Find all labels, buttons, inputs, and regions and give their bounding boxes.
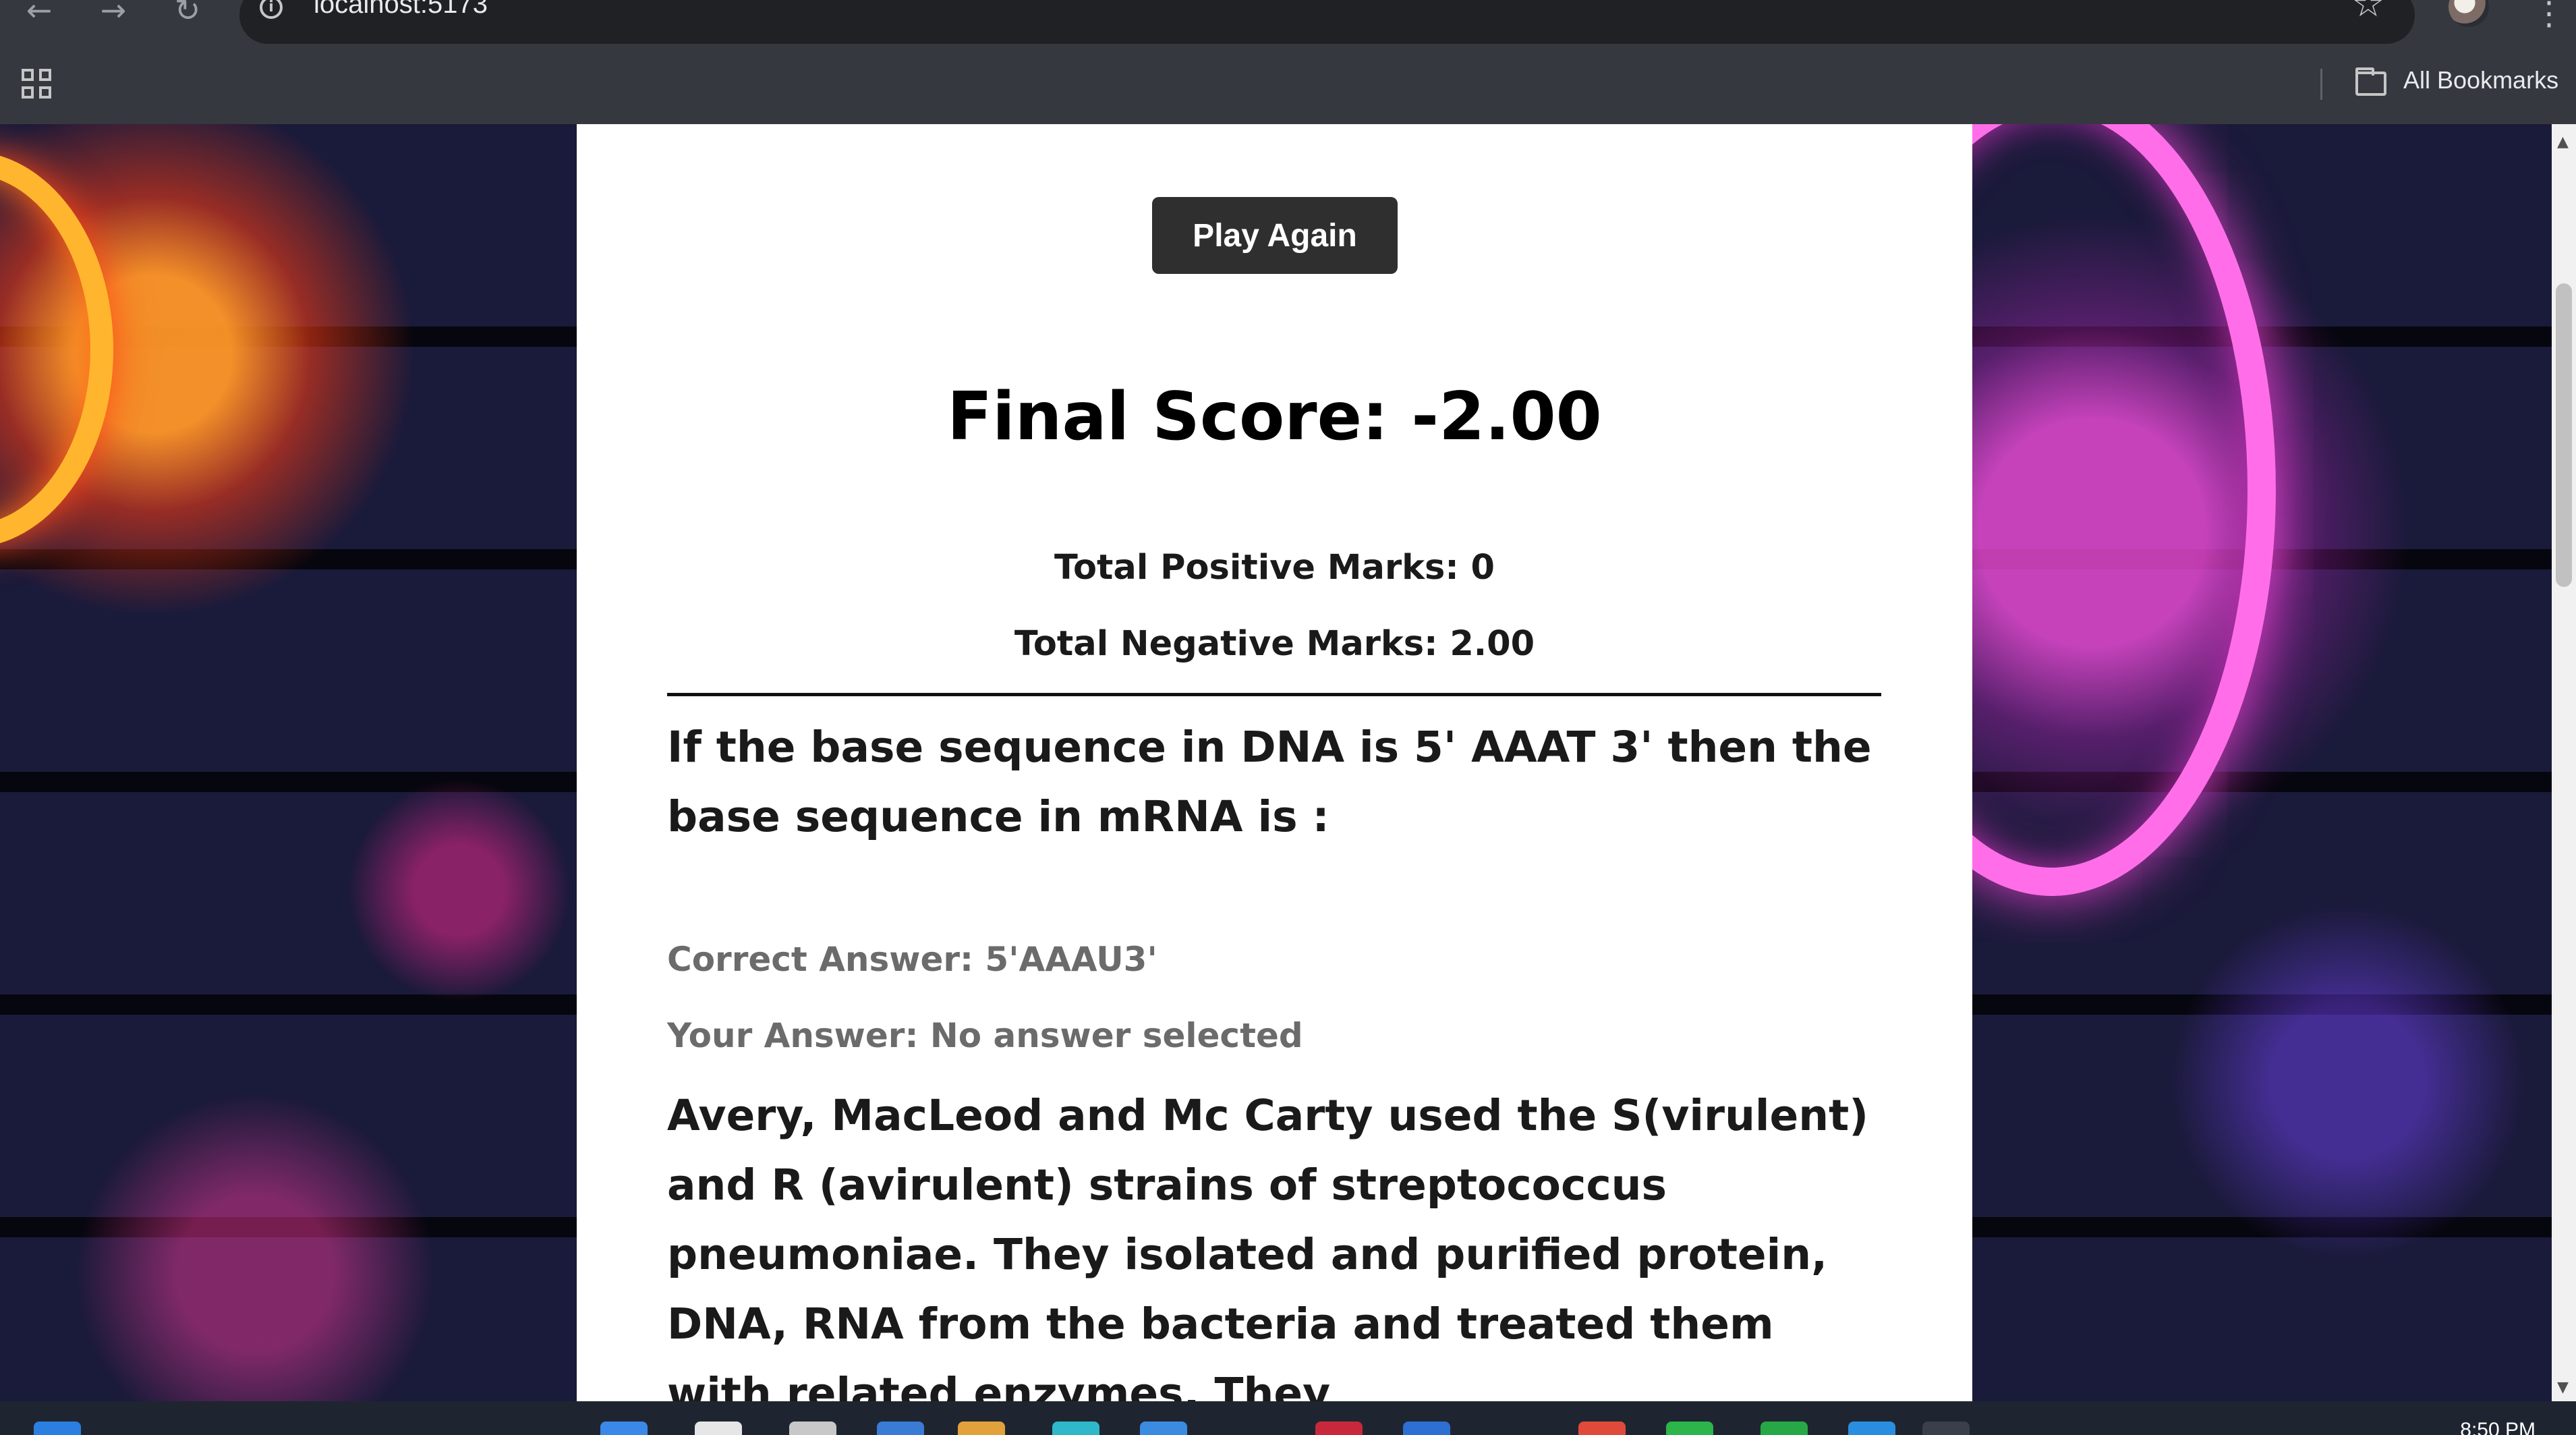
profile-avatar[interactable] bbox=[2449, 0, 2489, 27]
os-taskbar: 8:50 PM bbox=[0, 1401, 2576, 1435]
question-text: Avery, MacLeod and Mc Carty used the S(v… bbox=[667, 1091, 1869, 1401]
final-score: Final Score: -2.00 bbox=[947, 378, 1602, 455]
taskbar-app-icon[interactable] bbox=[1403, 1422, 1450, 1435]
total-negative-marks: Total Negative Marks: 2.00 bbox=[1014, 624, 1535, 664]
start-icon[interactable] bbox=[34, 1422, 81, 1435]
scroll-up-arrow-icon[interactable]: ▲ bbox=[2557, 134, 2569, 150]
taskbar-app-icon[interactable] bbox=[958, 1422, 1005, 1435]
star-icon[interactable]: ☆ bbox=[2352, 0, 2384, 25]
taskbar-app-icon[interactable] bbox=[877, 1422, 924, 1435]
taskbar-app-icon[interactable] bbox=[789, 1422, 836, 1435]
all-bookmarks-link[interactable]: All Bookmarks bbox=[2403, 66, 2558, 94]
taskbar-app-icon[interactable] bbox=[1052, 1422, 1099, 1435]
page-scrollbar[interactable]: ▲ ▼ bbox=[2552, 124, 2576, 1401]
taskbar-app-icon[interactable] bbox=[1848, 1422, 1895, 1435]
apps-grid-icon[interactable] bbox=[22, 69, 51, 99]
page-viewport: Play Again Final Score: -2.00 Total Posi… bbox=[0, 124, 2552, 1401]
play-again-button[interactable]: Play Again bbox=[1152, 197, 1398, 274]
taskbar-app-icon[interactable] bbox=[1578, 1422, 1626, 1435]
your-answer: Your Answer: No answer selected bbox=[667, 1016, 1303, 1055]
section-divider bbox=[667, 693, 1881, 696]
taskbar-app-icon[interactable] bbox=[600, 1422, 648, 1435]
question-text: If the base sequence in DNA is 5' AAAT 3… bbox=[667, 723, 1872, 841]
taskbar-app-icon[interactable] bbox=[1761, 1422, 1808, 1435]
taskbar-app-icon[interactable] bbox=[695, 1422, 742, 1435]
info-icon[interactable]: i bbox=[260, 0, 283, 19]
taskbar-app-icon[interactable] bbox=[1922, 1422, 1970, 1435]
scroll-thumb[interactable] bbox=[2556, 283, 2572, 587]
taskbar-app-icon[interactable] bbox=[1666, 1422, 1713, 1435]
taskbar-app-icon[interactable] bbox=[1140, 1422, 1187, 1435]
correct-answer: Correct Answer: 5'AAAU3' bbox=[667, 940, 1157, 979]
reload-icon[interactable]: ↻ bbox=[167, 0, 208, 27]
total-positive-marks: Total Positive Marks: 0 bbox=[1054, 548, 1495, 588]
background-neon-ring-left bbox=[0, 151, 113, 548]
bookmarks-divider bbox=[2320, 69, 2322, 100]
taskbar-clock[interactable]: 8:50 PM bbox=[2460, 1419, 2536, 1435]
kebab-menu-icon[interactable]: ⋮ bbox=[2533, 0, 2565, 32]
back-arrow-icon[interactable]: ← bbox=[19, 0, 59, 27]
taskbar-app-icon[interactable] bbox=[1315, 1422, 1363, 1435]
folder-icon[interactable] bbox=[2355, 67, 2386, 96]
address-bar[interactable]: i localhost:5173 ☆ bbox=[239, 0, 2415, 44]
results-card: Play Again Final Score: -2.00 Total Posi… bbox=[577, 124, 1972, 1401]
scroll-down-arrow-icon[interactable]: ▼ bbox=[2557, 1379, 2569, 1396]
bookmarks-bar: All Bookmarks bbox=[0, 45, 2576, 124]
browser-toolbar: ← → ↻ i localhost:5173 ☆ ⋮ bbox=[0, 0, 2576, 45]
url-text[interactable]: localhost:5173 bbox=[314, 0, 488, 20]
forward-arrow-icon[interactable]: → bbox=[93, 0, 134, 27]
